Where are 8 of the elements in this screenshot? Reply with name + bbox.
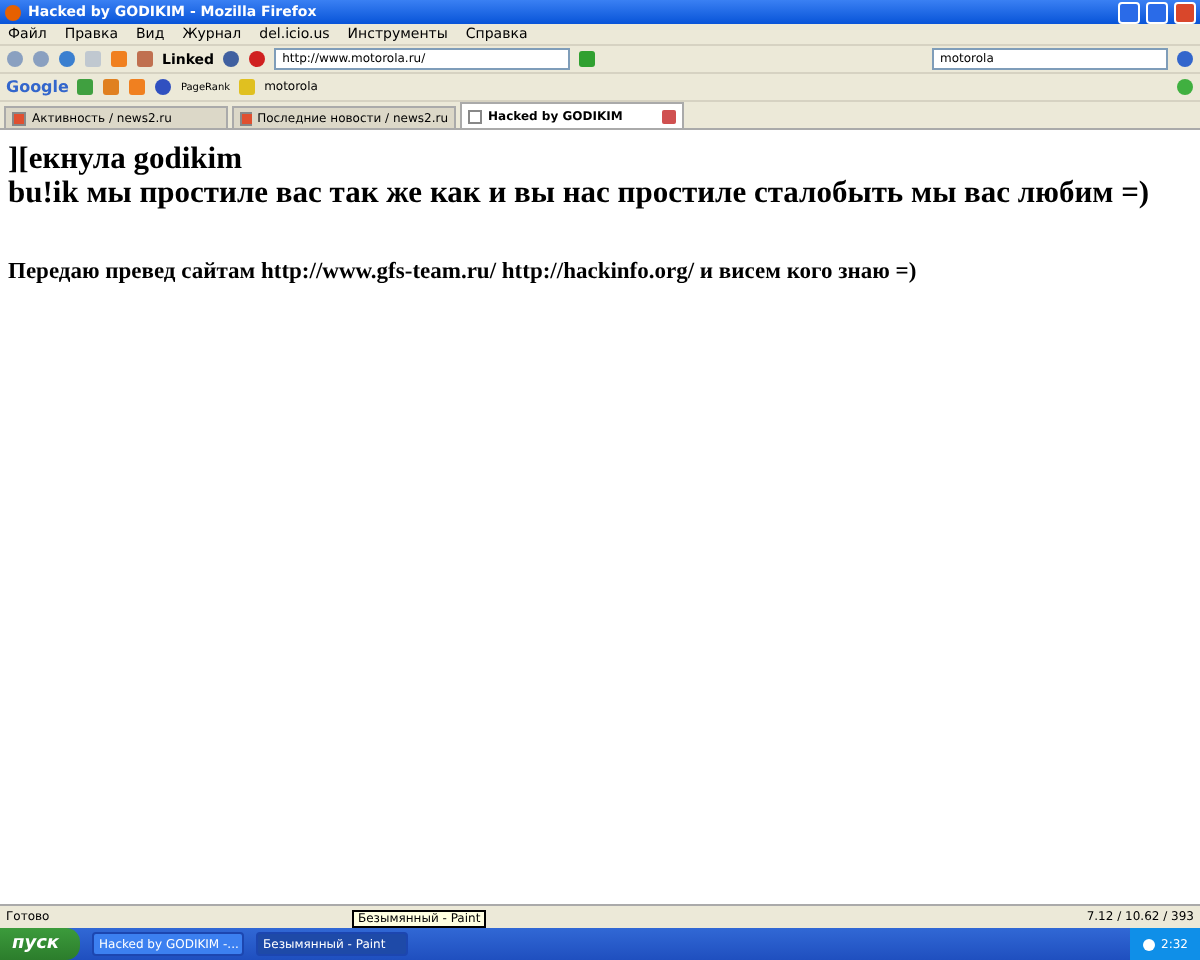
start-button[interactable]: пуск: [0, 928, 80, 960]
heading: ][екнула godikim: [8, 142, 245, 176]
heading: bu!ik мы простиле вас так же как и вы нас простиле сталобыть мы вас любим =): [8, 176, 1152, 210]
close-button[interactable]: [1174, 1, 1196, 23]
google-logo[interactable]: Google: [6, 78, 69, 96]
message-text: Передаю превед сайтам http://www.gfs-team.ru/ http://hackinfo.org/ и висем кого знаю =): [8, 260, 919, 284]
maximize-button[interactable]: [1146, 1, 1168, 23]
minimize-button[interactable]: [1118, 1, 1140, 23]
